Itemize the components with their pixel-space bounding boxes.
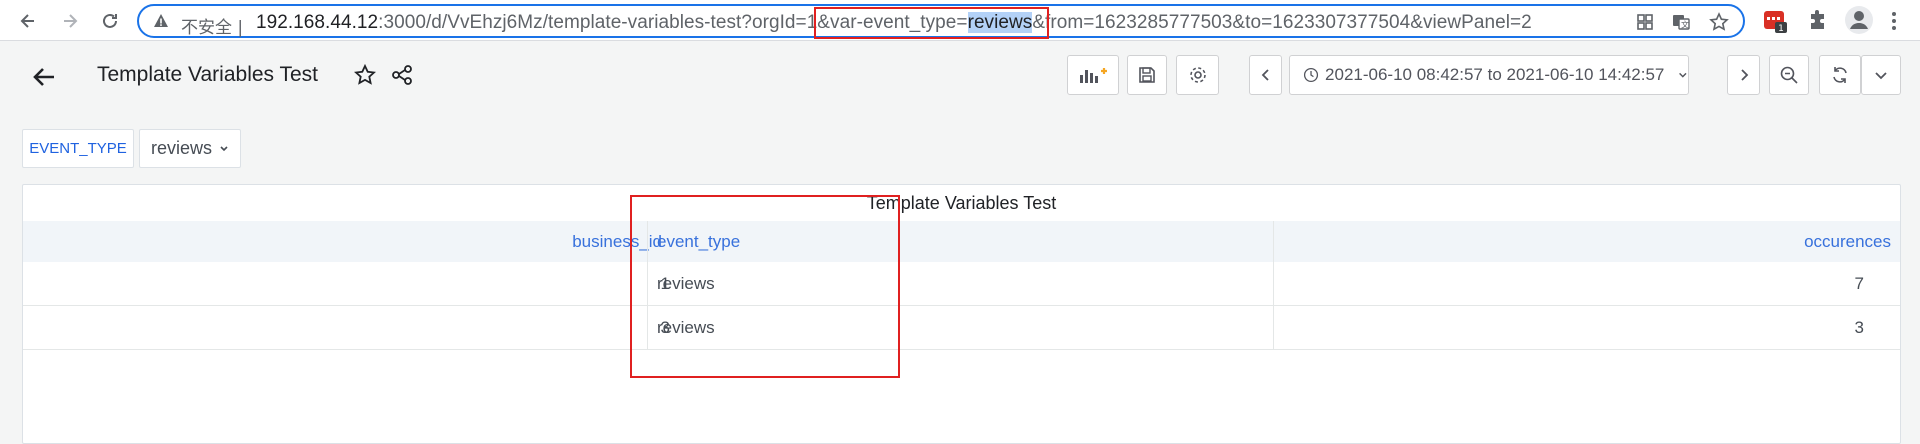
dashboard-title: Template Variables Test [97,63,319,86]
browser-menu-icon[interactable] [1886,9,1902,33]
back-arrow-icon[interactable] [30,63,58,91]
extensions-puzzle-icon[interactable] [1806,9,1830,33]
clock-icon [1303,67,1319,83]
table-header: business_id event_type occurences [23,221,1900,262]
column-header-business-id[interactable]: business_id [572,232,662,252]
warning-icon [154,14,168,27]
time-range-picker[interactable]: 2021-06-10 08:42:57 to 2021-06-10 14:42:… [1289,55,1689,95]
url-query: &from=1623285777503&to=1623307377504&vie… [1032,12,1532,33]
cell-event-type: reviews [657,318,715,337]
insecure-label: 不安全 | [181,18,244,38]
cell-occurences: 3 [1854,318,1864,337]
variable-select[interactable]: reviews [139,129,241,168]
time-range-text: 2021-06-10 08:42:57 to 2021-06-10 14:42:… [1325,65,1665,84]
chevron-down-icon [220,145,228,151]
refresh-interval-button[interactable] [1861,55,1901,95]
address-bar[interactable]: 不安全 | 192.168.44.12:3000/d/VvEhzj6Mz/tem… [137,4,1745,38]
url-text[interactable]: 192.168.44.12:3000/d/VvEhzj6Mz/template-… [256,12,1532,34]
dashboard-settings-button[interactable] [1176,55,1219,95]
gear-icon [1189,67,1206,83]
reload-icon[interactable] [97,8,123,34]
panel-title[interactable]: Template Variables Test [23,193,1900,214]
forward-icon[interactable] [57,8,83,34]
translate-icon[interactable]: 文 [1671,12,1691,32]
qr-apps-icon[interactable] [1635,12,1655,32]
zoom-out-icon [1780,66,1798,84]
chevron-left-icon [1261,69,1269,81]
extension-badge: 1 [1778,24,1784,33]
cell-event-type: reviews [657,274,715,293]
chevron-down-icon [1679,72,1687,78]
table-panel: Template Variables Test business_id even… [22,184,1901,444]
column-divider [647,221,648,350]
share-icon[interactable] [391,64,413,86]
time-shift-forward-button[interactable] [1727,55,1760,95]
bookmark-star-icon[interactable] [1709,12,1729,32]
back-icon[interactable] [15,8,41,34]
cell-occurences: 7 [1854,274,1864,293]
column-header-occurences[interactable]: occurences [1804,232,1891,252]
refresh-button[interactable] [1819,55,1861,95]
save-dashboard-button[interactable] [1127,55,1167,95]
refresh-icon [1833,67,1847,83]
variable-value: reviews [151,138,213,158]
chevron-down-icon [1875,72,1887,80]
browser-toolbar: 不安全 | 192.168.44.12:3000/d/VvEhzj6Mz/tem… [0,0,1920,41]
time-shift-back-button[interactable] [1249,55,1282,95]
chevron-right-icon [1740,69,1748,81]
variable-label: EVENT_TYPE [22,129,134,168]
table-row: 3 reviews 3 [23,306,1900,350]
favorite-star-icon[interactable] [354,64,376,86]
table-row: 1 reviews 7 [23,262,1900,306]
zoom-out-button[interactable] [1769,55,1809,95]
url-host: 192.168.44.12 [256,12,379,33]
extension-red-icon[interactable]: 1 [1763,9,1787,34]
url-selection: reviews [967,12,1033,33]
column-header-event-type[interactable]: event_type [657,232,740,252]
url-path: :3000/d/VvEhzj6Mz/template-variables-tes… [378,12,968,33]
add-panel-icon [1080,68,1107,83]
add-panel-button[interactable] [1067,55,1119,95]
save-icon [1139,67,1155,83]
profile-avatar-icon[interactable] [1844,5,1874,35]
svg-text:文: 文 [1681,20,1689,30]
column-divider [1273,221,1274,350]
